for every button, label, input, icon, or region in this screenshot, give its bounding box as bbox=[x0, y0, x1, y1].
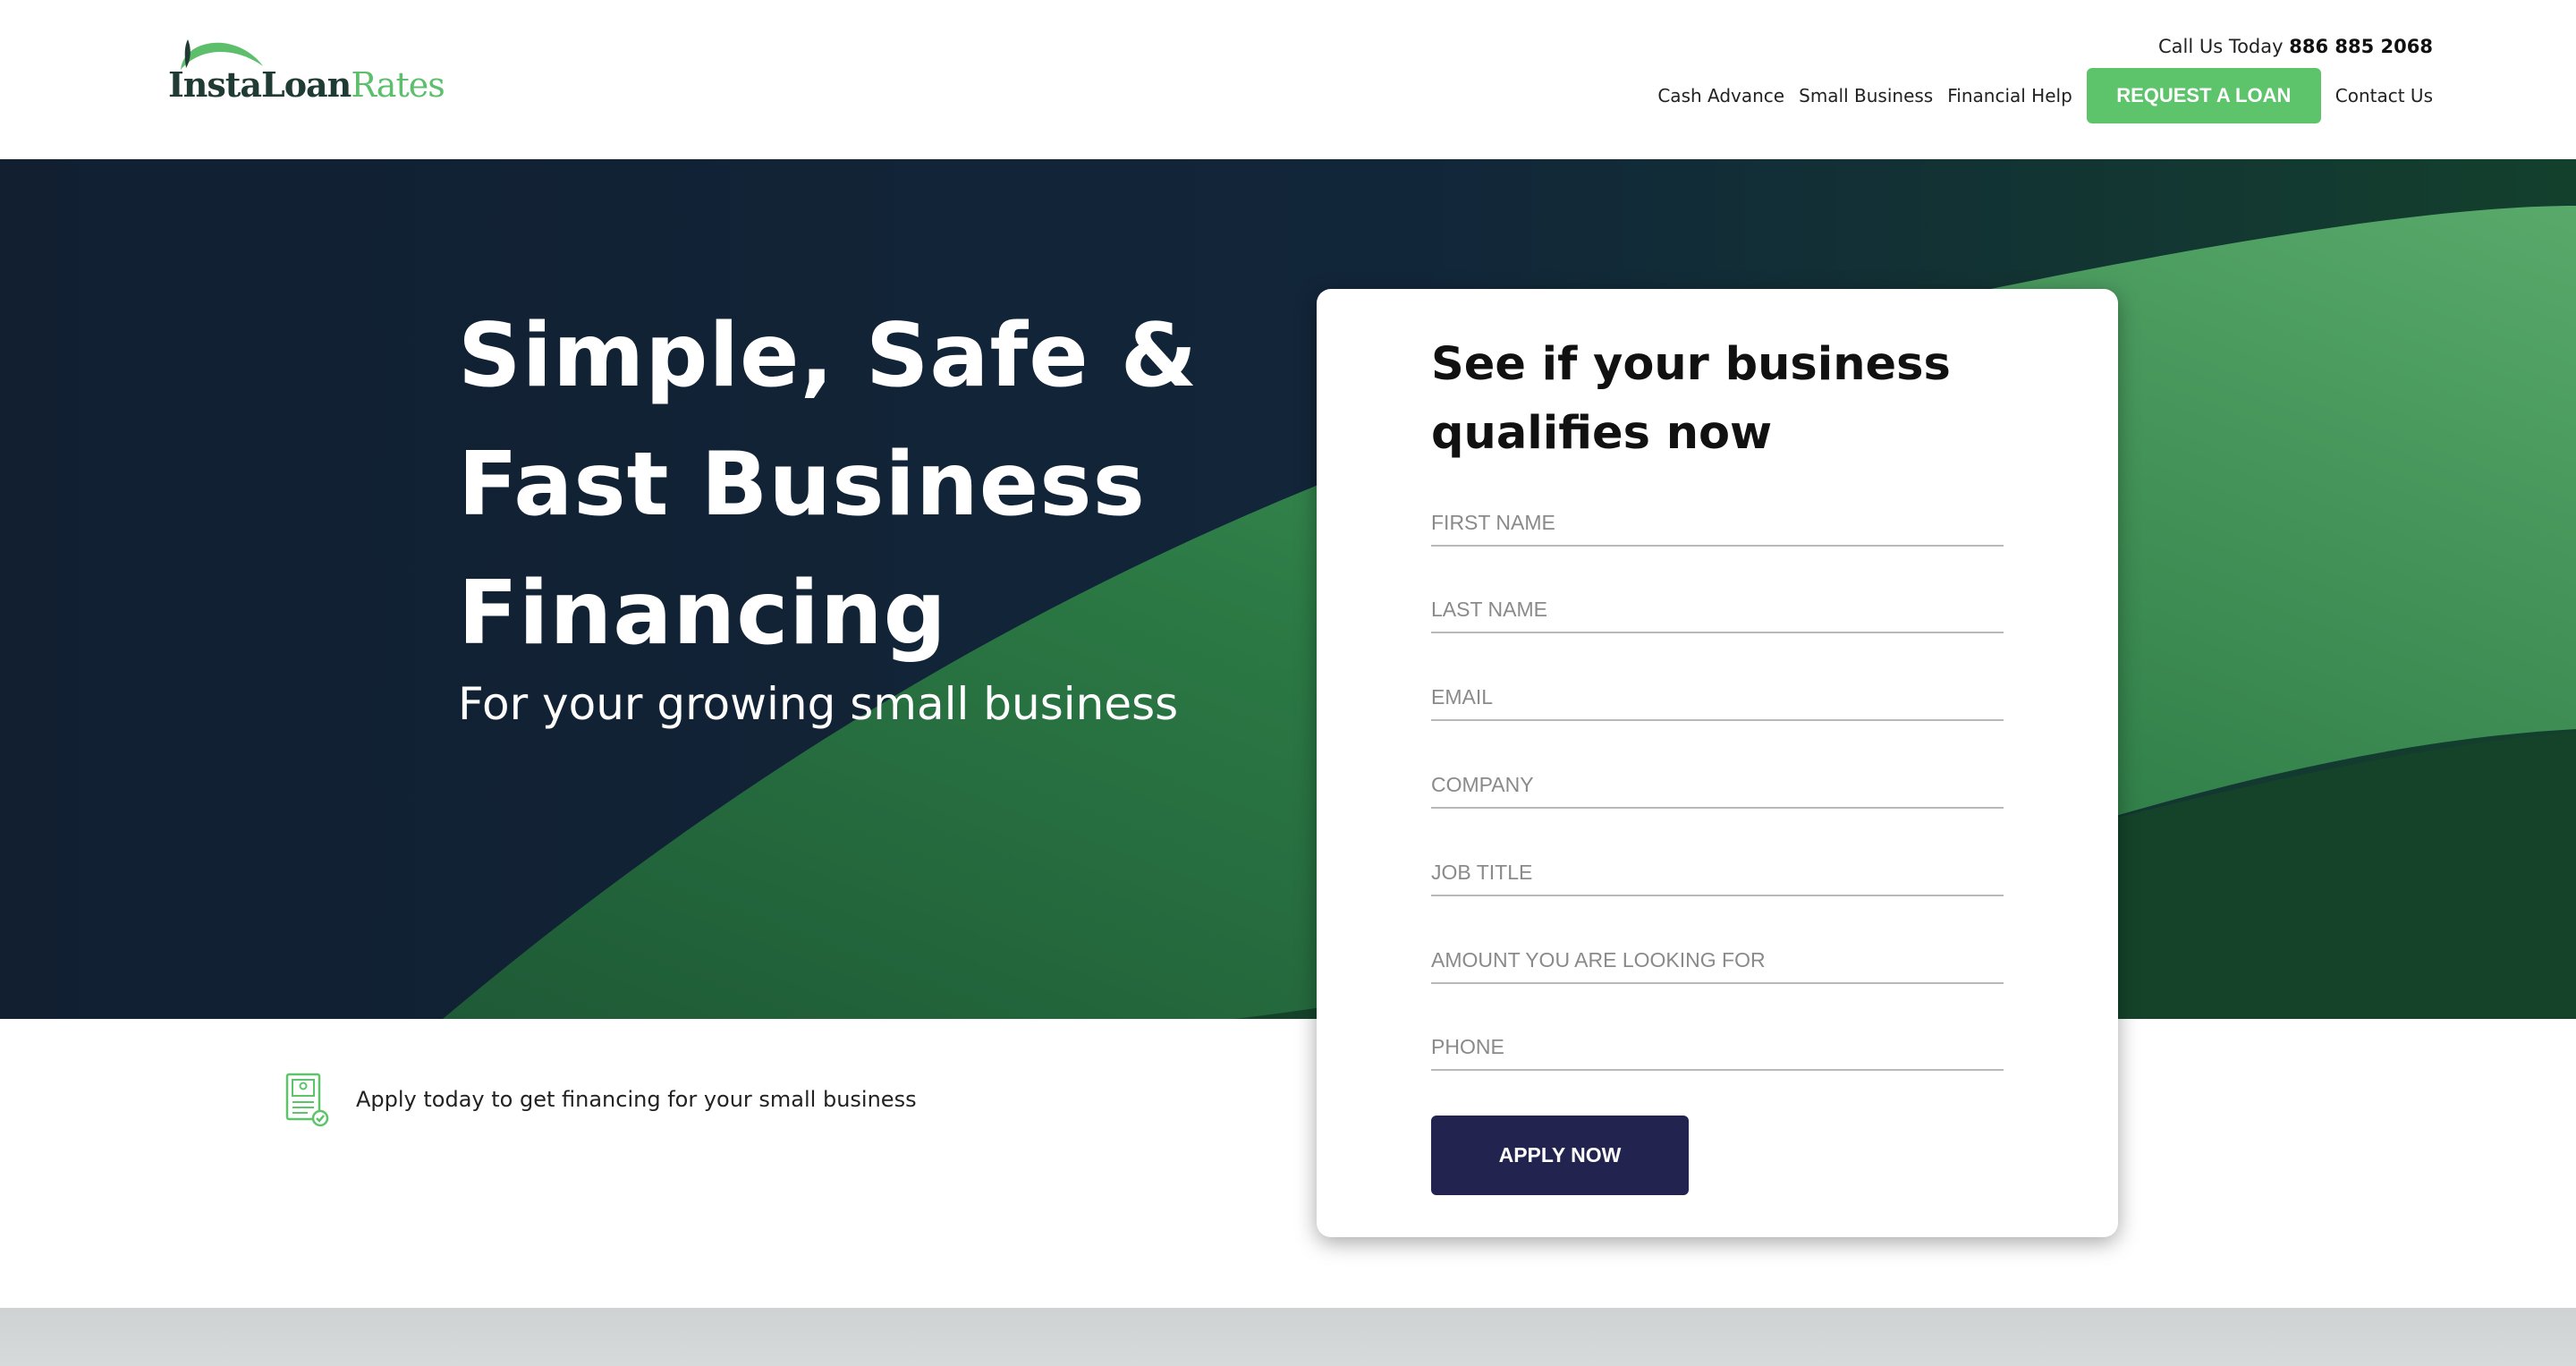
form-title: See if your business qualifies now bbox=[1431, 338, 1951, 460]
hero-wave-background bbox=[0, 159, 2576, 1019]
logo[interactable]: InstaLoanRates bbox=[168, 36, 445, 106]
call-label: Call Us Today bbox=[2157, 36, 2284, 57]
apply-now-button[interactable]: APPLY NOW bbox=[1431, 1116, 1689, 1195]
amount-input[interactable] bbox=[1431, 930, 2004, 982]
nav-small-business[interactable]: Small Business bbox=[1799, 85, 1933, 106]
feature-text: Apply today to get financing for your sm… bbox=[356, 1087, 917, 1112]
job-title-input[interactable] bbox=[1431, 843, 2004, 895]
nav-financial-help[interactable]: Financial Help bbox=[1947, 85, 2072, 106]
document-check-icon bbox=[285, 1073, 329, 1127]
qualify-form-card: See if your business qualifies now APPLY… bbox=[1317, 289, 2118, 1237]
nav-contact-us[interactable]: Contact Us bbox=[2335, 85, 2433, 106]
logo-part-insta: Insta bbox=[168, 64, 262, 105]
company-field bbox=[1431, 755, 2004, 809]
email-input[interactable] bbox=[1431, 667, 2004, 719]
last-name-field bbox=[1431, 580, 2004, 633]
hero-title: Simple, Safe & Fast Business Financing bbox=[458, 305, 1199, 665]
phone-input[interactable] bbox=[1431, 1017, 2004, 1069]
next-section-band bbox=[0, 1308, 2576, 1366]
first-name-field bbox=[1431, 493, 2004, 547]
phone-number[interactable]: 886 885 2068 bbox=[2289, 36, 2433, 57]
company-input[interactable] bbox=[1431, 755, 2004, 807]
first-name-input[interactable] bbox=[1431, 493, 2004, 545]
request-loan-button[interactable]: REQUEST A LOAN bbox=[2086, 68, 2321, 123]
nav-cash-advance[interactable]: Cash Advance bbox=[1657, 85, 1784, 106]
logo-text: InstaLoanRates bbox=[168, 64, 445, 105]
logo-part-rates: Rates bbox=[351, 65, 445, 105]
hero-subtitle: For your growing small business bbox=[458, 678, 1179, 730]
job-title-field bbox=[1431, 843, 2004, 896]
main-nav: Cash Advance Small Business Financial He… bbox=[1657, 68, 2433, 123]
amount-field bbox=[1431, 930, 2004, 984]
last-name-input[interactable] bbox=[1431, 580, 2004, 632]
feature-row: Apply today to get financing for your sm… bbox=[284, 1071, 917, 1128]
call-us: Call Us Today 886 885 2068 bbox=[2158, 36, 2433, 57]
hero-section: Simple, Safe & Fast Business Financing F… bbox=[0, 159, 2576, 1019]
site-header: InstaLoanRates Call Us Today 886 885 206… bbox=[0, 0, 2576, 159]
logo-part-loan: Loan bbox=[260, 64, 352, 105]
email-field bbox=[1431, 667, 2004, 721]
phone-field bbox=[1431, 1017, 2004, 1071]
